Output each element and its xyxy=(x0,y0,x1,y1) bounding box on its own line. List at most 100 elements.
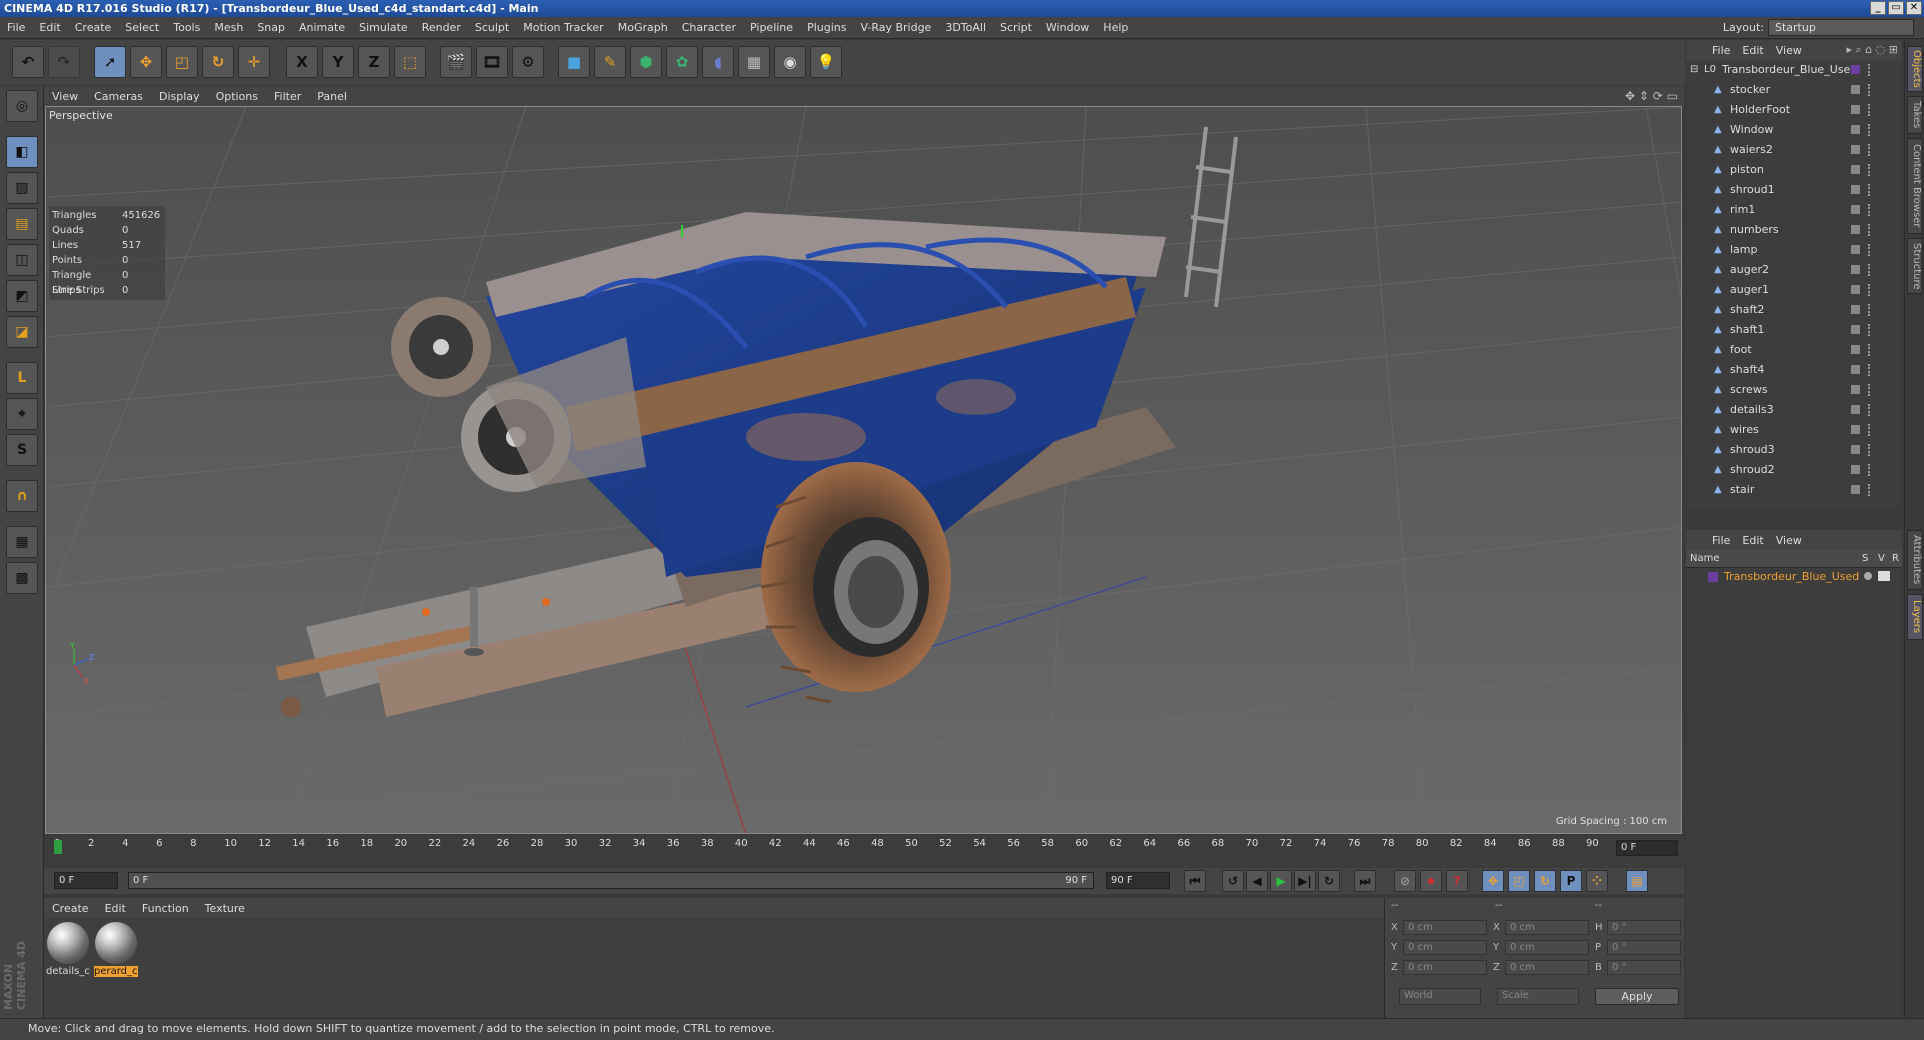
apply-button[interactable]: Apply xyxy=(1595,988,1679,1005)
size-x-field[interactable]: 0 cm xyxy=(1505,920,1589,935)
play-button[interactable]: ▶ xyxy=(1270,870,1292,892)
editor-render-toggle[interactable] xyxy=(1851,185,1860,194)
object-row[interactable]: ▲ numbers xyxy=(1686,220,1902,240)
points-mode-button[interactable]: ◫ xyxy=(6,244,38,276)
rotation-h-field[interactable]: 0 ° xyxy=(1607,920,1681,935)
rotate-tool-button[interactable]: ↻ xyxy=(202,46,234,78)
visibility-dots[interactable] xyxy=(1868,384,1872,396)
key-rotation-button[interactable]: ↻ xyxy=(1534,870,1556,892)
tab-layers[interactable]: Layers xyxy=(1907,594,1923,640)
visibility-dots[interactable] xyxy=(1868,304,1872,316)
layer-row[interactable]: Transbordeur_Blue_Used xyxy=(1686,568,1902,586)
position-x-field[interactable]: 0 cm xyxy=(1403,920,1487,935)
tweak-mode-button[interactable]: ⌖ xyxy=(6,398,38,430)
material-menu-edit[interactable]: Edit xyxy=(97,902,134,915)
editor-render-toggle[interactable] xyxy=(1851,385,1860,394)
key-pla-button[interactable]: ⁘ xyxy=(1586,870,1608,892)
editor-render-toggle[interactable] xyxy=(1851,125,1860,134)
timeline-window-button[interactable]: ▤ xyxy=(1626,870,1648,892)
lock-workplane-button[interactable]: ▦ xyxy=(6,526,38,558)
visibility-dots[interactable] xyxy=(1868,484,1872,496)
key-parameter-button[interactable]: P xyxy=(1560,870,1582,892)
previous-key-button[interactable]: ↺ xyxy=(1222,870,1244,892)
object-row[interactable]: ▲ auger1 xyxy=(1686,280,1902,300)
object-row[interactable]: ▲ auger2 xyxy=(1686,260,1902,280)
render-view-button[interactable]: 🎬 xyxy=(440,46,472,78)
visibility-dots[interactable] xyxy=(1868,204,1872,216)
deformer-button[interactable]: ◖ xyxy=(702,46,734,78)
keyframe-selection-button[interactable]: ? xyxy=(1446,870,1468,892)
editor-render-toggle[interactable] xyxy=(1851,265,1860,274)
layer-color-swatch[interactable] xyxy=(1708,572,1718,582)
editor-render-toggle[interactable] xyxy=(1851,325,1860,334)
size-mode-select[interactable]: Scale xyxy=(1497,988,1579,1005)
cube-primitive-button[interactable]: ■ xyxy=(558,46,590,78)
frame-range-slider[interactable]: 0 F 90 F xyxy=(128,872,1094,889)
end-frame-field[interactable]: 90 F xyxy=(1106,872,1170,889)
visibility-dots[interactable] xyxy=(1868,224,1872,236)
menu-tools[interactable]: Tools xyxy=(166,21,207,34)
menu-character[interactable]: Character xyxy=(675,21,743,34)
axis-z-button[interactable]: Z xyxy=(358,46,390,78)
editor-render-toggle[interactable] xyxy=(1851,305,1860,314)
viewport-menu-display[interactable]: Display xyxy=(151,90,208,103)
tab-takes[interactable]: Takes xyxy=(1907,96,1923,134)
visibility-dots[interactable] xyxy=(1868,464,1872,476)
viewport-menu-options[interactable]: Options xyxy=(208,90,266,103)
record-keys-button[interactable]: ⊘ xyxy=(1394,870,1416,892)
visibility-dots[interactable] xyxy=(1868,444,1872,456)
make-editable-button[interactable]: ◎ xyxy=(6,90,38,122)
object-row[interactable]: ▲ shroud2 xyxy=(1686,460,1902,480)
object-row[interactable]: ▲ shroud3 xyxy=(1686,440,1902,460)
position-y-field[interactable]: 0 cm xyxy=(1403,940,1487,955)
layout-select[interactable]: Startup xyxy=(1768,19,1914,36)
menu-mesh[interactable]: Mesh xyxy=(207,21,250,34)
rotation-b-field[interactable]: 0 ° xyxy=(1607,960,1681,975)
visibility-dots[interactable] xyxy=(1868,144,1872,156)
floor-button[interactable]: ▦ xyxy=(738,46,770,78)
editor-render-toggle[interactable] xyxy=(1851,365,1860,374)
visibility-dots[interactable] xyxy=(1868,184,1872,196)
layer-menu-view[interactable]: View xyxy=(1770,534,1808,547)
object-list-horizontal-scrollbar[interactable] xyxy=(1686,508,1902,520)
menu-animate[interactable]: Animate xyxy=(292,21,352,34)
object-row[interactable]: ▲ waiers2 xyxy=(1686,140,1902,160)
menu-mograph[interactable]: MoGraph xyxy=(611,21,675,34)
object-menu-file[interactable]: File xyxy=(1706,44,1736,57)
polygons-mode-button[interactable]: ◪ xyxy=(6,316,38,348)
subdivision-button[interactable]: ⬢ xyxy=(630,46,662,78)
camera-button[interactable]: ◉ xyxy=(774,46,806,78)
scale-tool-button[interactable]: ◰ xyxy=(166,46,198,78)
model-mode-button[interactable]: ◧ xyxy=(6,136,38,168)
undo-button[interactable]: ↶ xyxy=(12,46,44,78)
timeline[interactable]: 0246810121416182022242628303234363840424… xyxy=(44,836,1684,868)
viewport-menu-cameras[interactable]: Cameras xyxy=(86,90,151,103)
material-menu-create[interactable]: Create xyxy=(44,902,97,915)
current-frame-field[interactable]: 0 F xyxy=(1616,840,1678,856)
axis-y-button[interactable]: Y xyxy=(322,46,354,78)
solo-toggle[interactable] xyxy=(1864,572,1872,580)
texture-mode-button[interactable]: ▨ xyxy=(6,172,38,204)
close-button[interactable]: ✕ xyxy=(1906,1,1922,15)
menu-file[interactable]: File xyxy=(0,21,32,34)
maximize-button[interactable]: ▭ xyxy=(1888,1,1904,15)
key-position-button[interactable]: ✥ xyxy=(1482,870,1504,892)
editor-render-toggle[interactable] xyxy=(1851,205,1860,214)
object-menu-edit[interactable]: Edit xyxy=(1736,44,1769,57)
edges-mode-button[interactable]: ◩ xyxy=(6,280,38,312)
object-row[interactable]: ▲ stocker xyxy=(1686,80,1902,100)
editor-render-toggle[interactable] xyxy=(1851,465,1860,474)
visibility-dots[interactable] xyxy=(1868,124,1872,136)
object-row[interactable]: ▲ shroud1 xyxy=(1686,180,1902,200)
snap-button[interactable]: S xyxy=(6,434,38,466)
tab-objects[interactable]: Objects xyxy=(1907,46,1923,92)
editor-render-toggle[interactable] xyxy=(1851,85,1860,94)
autokey-button[interactable]: ⏺ xyxy=(1420,870,1442,892)
axis-x-button[interactable]: X xyxy=(286,46,318,78)
menu-script[interactable]: Script xyxy=(993,21,1039,34)
select-tool-button[interactable]: ➚ xyxy=(94,46,126,78)
layer-menu-edit[interactable]: Edit xyxy=(1736,534,1769,547)
object-row[interactable]: ▲ foot xyxy=(1686,340,1902,360)
menu-render[interactable]: Render xyxy=(415,21,468,34)
visibility-dots[interactable] xyxy=(1868,404,1872,416)
